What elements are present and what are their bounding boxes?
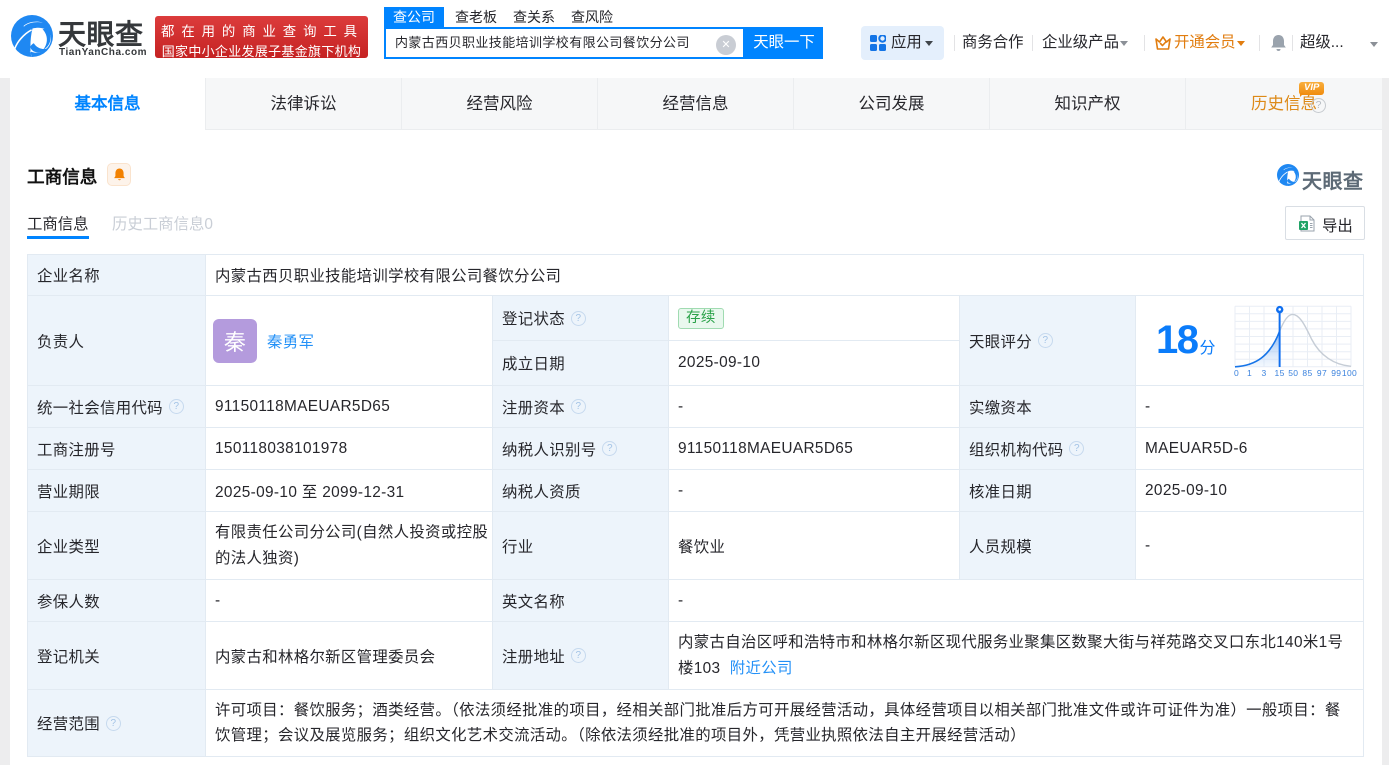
svg-text:85: 85	[1302, 368, 1312, 378]
svg-text:50: 50	[1288, 368, 1298, 378]
svg-text:97: 97	[1317, 368, 1327, 378]
svg-text:1: 1	[1247, 368, 1252, 378]
svg-text:15: 15	[1275, 368, 1285, 378]
svg-text:100: 100	[1342, 368, 1357, 378]
svg-text:99: 99	[1331, 368, 1341, 378]
svg-text:3: 3	[1261, 368, 1266, 378]
svg-text:0: 0	[1234, 368, 1239, 378]
